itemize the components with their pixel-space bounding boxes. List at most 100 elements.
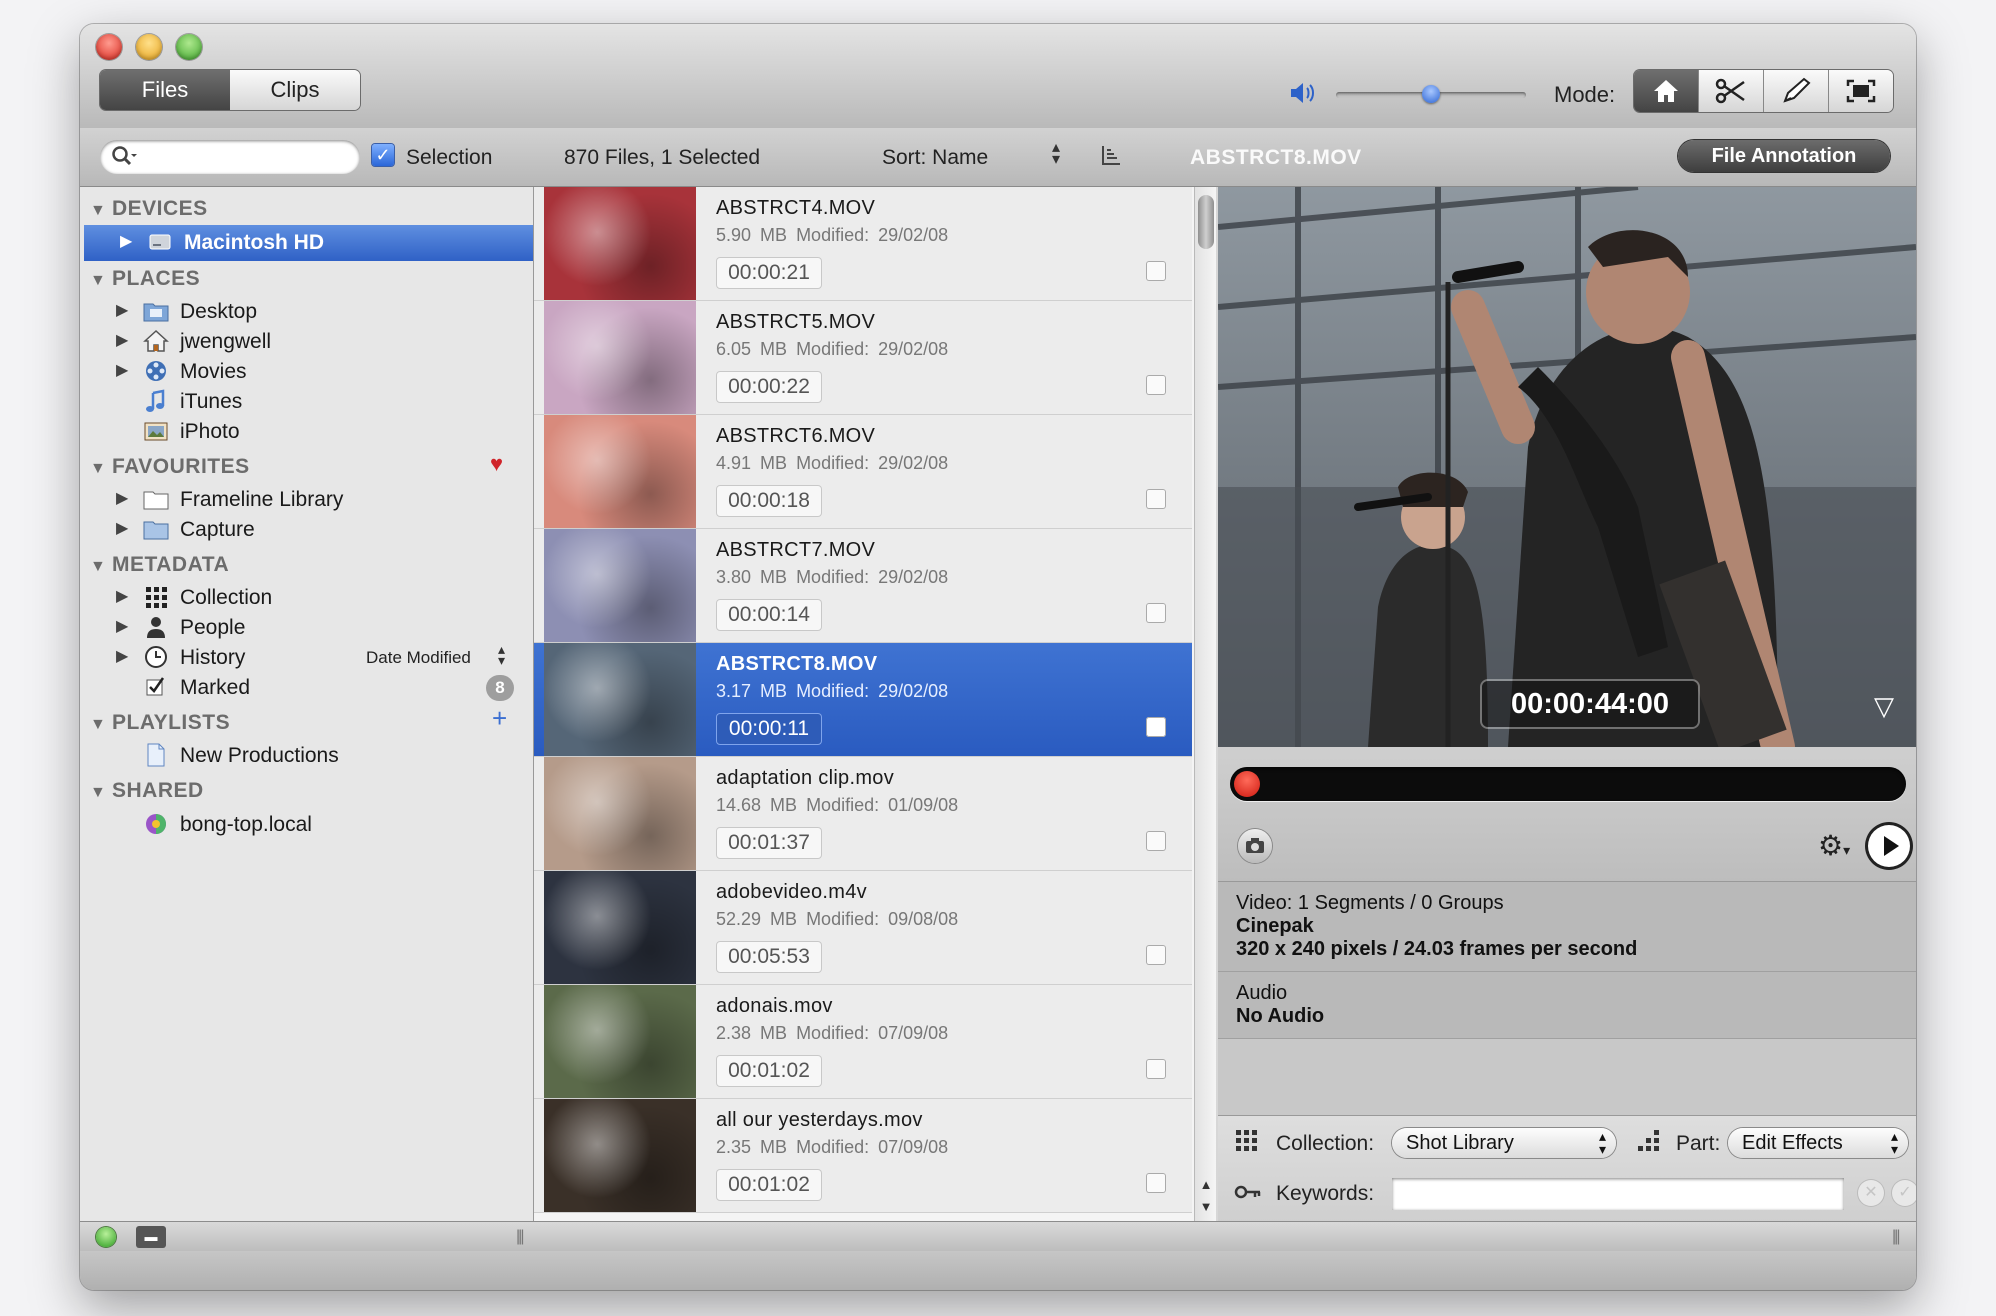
file-mark-checkbox[interactable]: [1146, 375, 1166, 395]
sidebar-item-bong-top-local[interactable]: bong-top.local: [80, 807, 533, 843]
file-thumbnail[interactable]: [544, 415, 696, 528]
mode-annotate-button[interactable]: [1764, 70, 1829, 112]
file-row[interactable]: ABSTRCT7.MOV 3.80 MB Modified: 29/02/08 00…: [534, 529, 1192, 643]
section-favourites[interactable]: ▼ FAVOURITES: [90, 455, 250, 479]
file-annotation-button[interactable]: File Annotation: [1678, 140, 1890, 172]
file-thumbnail[interactable]: [544, 757, 696, 870]
sort-stepper-icon[interactable]: ▴ ▾: [1052, 140, 1060, 168]
file-row[interactable]: adobevideo.m4v 52.29 MB Modified: 09/08/0…: [534, 871, 1192, 985]
section-playlists[interactable]: ▼ PLAYLISTS: [90, 711, 230, 735]
file-thumbnail[interactable]: [544, 643, 696, 756]
file-row[interactable]: ABSTRCT5.MOV 6.05 MB Modified: 29/02/08 00…: [534, 301, 1192, 415]
tab-clips[interactable]: Clips: [230, 70, 360, 110]
keywords-input[interactable]: [1392, 1178, 1844, 1210]
key-icon: [1234, 1182, 1262, 1208]
disclosure-icon[interactable]: ▶: [116, 616, 128, 636]
file-list-scrollbar[interactable]: ▲ ▼: [1194, 187, 1216, 1221]
file-thumbnail[interactable]: [544, 187, 696, 300]
file-mark-checkbox[interactable]: [1146, 1059, 1166, 1079]
mode-fullscreen-button[interactable]: [1829, 70, 1893, 112]
disclosure-icon[interactable]: ▶: [116, 330, 128, 350]
file-thumbnail[interactable]: [544, 301, 696, 414]
file-size: 52.29 MB: [716, 909, 798, 929]
sidebar-resize-grip[interactable]: |||: [516, 1228, 525, 1246]
file-mark-checkbox[interactable]: [1146, 489, 1166, 509]
scroll-down-arrow-icon[interactable]: ▼: [1198, 1199, 1214, 1214]
confirm-keywords-button[interactable]: ✓: [1892, 1180, 1916, 1206]
sidebar-item-macintosh-hd[interactable]: ▶ Macintosh HD: [84, 225, 533, 261]
collection-popup[interactable]: Shot Library ▴ ▾: [1392, 1128, 1616, 1158]
close-window-button[interactable]: [96, 34, 122, 60]
scrollbar-thumb[interactable]: [1198, 195, 1214, 249]
disclosure-icon[interactable]: ▶: [116, 518, 128, 538]
video-viewer[interactable]: 00:00:44:00 ▽: [1218, 187, 1916, 747]
section-shared[interactable]: ▼ SHARED: [90, 779, 204, 803]
file-row[interactable]: ABSTRCT4.MOV 5.90 MB Modified: 29/02/08 00…: [534, 187, 1192, 301]
filmstrip-toggle-button[interactable]: ▬: [136, 1226, 166, 1248]
sidebar-item-new-productions[interactable]: New Productions: [80, 738, 533, 774]
file-row[interactable]: all our yesterdays.mov 2.35 MB Modified: …: [534, 1099, 1192, 1213]
file-thumbnail[interactable]: [544, 529, 696, 642]
file-modified: Modified: 29/02/08: [796, 567, 949, 587]
sort-popup[interactable]: Sort: Name: [882, 146, 988, 170]
part-popup[interactable]: Edit Effects ▴ ▾: [1728, 1128, 1908, 1158]
file-mark-checkbox[interactable]: [1146, 831, 1166, 851]
status-indicator-icon[interactable]: [96, 1227, 116, 1247]
disclosure-icon[interactable]: ▶: [116, 360, 128, 380]
section-places[interactable]: ▼ PLACES: [90, 267, 200, 291]
snapshot-camera-button[interactable]: [1238, 829, 1272, 863]
sidebar-item-marked[interactable]: Marked 8: [80, 670, 533, 706]
volume-slider[interactable]: [1336, 85, 1526, 103]
file-row[interactable]: adaptation clip.mov 14.68 MB Modified: 01…: [534, 757, 1192, 871]
audio-value: No Audio: [1236, 1005, 1325, 1027]
disclosure-icon[interactable]: ▶: [116, 586, 128, 606]
sidebar-item-label: Marked: [180, 676, 251, 699]
add-playlist-button[interactable]: +: [492, 703, 507, 734]
video-options-triangle-icon[interactable]: ▽: [1874, 691, 1894, 722]
disclosure-icon[interactable]: ▶: [116, 300, 128, 320]
playhead-marker[interactable]: [1234, 771, 1260, 797]
section-metadata[interactable]: ▼ METADATA: [90, 553, 229, 577]
sidebar-item-capture[interactable]: ▶ Capture: [80, 512, 533, 548]
sort-direction-icon[interactable]: [1100, 144, 1122, 172]
file-row[interactable]: ABSTRCT8.MOV 3.17 MB Modified: 29/02/08 00…: [534, 643, 1192, 757]
heart-icon: ♥: [490, 451, 504, 476]
file-thumbnail[interactable]: [544, 985, 696, 1098]
sidebar-item-iphoto[interactable]: iPhoto: [80, 414, 533, 450]
collection-label: Collection:: [1276, 1132, 1375, 1155]
sidebar-item-label: New Productions: [180, 744, 339, 767]
disclosure-icon[interactable]: ▶: [120, 231, 132, 251]
zoom-window-button[interactable]: [176, 34, 202, 60]
pane-resize-grip[interactable]: |||: [1892, 1228, 1901, 1246]
mode-home-button[interactable]: [1634, 70, 1699, 112]
history-sort-popup[interactable]: Date Modified: [366, 648, 471, 668]
tab-files[interactable]: Files: [100, 70, 230, 110]
selection-checkbox[interactable]: ✓: [372, 144, 394, 166]
file-thumbnail[interactable]: [544, 1099, 696, 1212]
file-mark-checkbox[interactable]: [1146, 717, 1166, 737]
scroll-up-arrow-icon[interactable]: ▲: [1198, 1177, 1214, 1192]
timeline-scrubber[interactable]: [1230, 767, 1906, 801]
file-mark-checkbox[interactable]: [1146, 261, 1166, 281]
history-sort-stepper-icon[interactable]: ▴ ▾: [498, 642, 505, 667]
section-devices[interactable]: ▼ DEVICES: [90, 197, 208, 221]
play-button[interactable]: [1868, 825, 1910, 867]
file-mark-checkbox[interactable]: [1146, 1173, 1166, 1193]
file-row[interactable]: adonais.mov 2.38 MB Modified: 07/09/08 00:…: [534, 985, 1192, 1099]
file-mark-checkbox[interactable]: [1146, 945, 1166, 965]
disclosure-open-icon: ▼: [90, 558, 107, 575]
file-mark-checkbox[interactable]: [1146, 603, 1166, 623]
search-input[interactable]: [146, 144, 350, 170]
action-menu-button[interactable]: ⚙▾: [1818, 829, 1850, 862]
file-duration: 00:00:22: [716, 371, 822, 403]
file-thumbnail[interactable]: [544, 871, 696, 984]
search-field[interactable]: [100, 140, 360, 174]
disclosure-icon[interactable]: ▶: [116, 646, 128, 666]
disclosure-icon[interactable]: ▶: [116, 488, 128, 508]
volume-slider-knob[interactable]: [1422, 85, 1440, 103]
file-row[interactable]: ABSTRCT6.MOV 4.91 MB Modified: 29/02/08 00…: [534, 415, 1192, 529]
mode-cut-button[interactable]: [1699, 70, 1764, 112]
collection-value: Shot Library: [1406, 1132, 1514, 1154]
clear-keywords-button[interactable]: ✕: [1858, 1180, 1884, 1206]
minimize-window-button[interactable]: [136, 34, 162, 60]
